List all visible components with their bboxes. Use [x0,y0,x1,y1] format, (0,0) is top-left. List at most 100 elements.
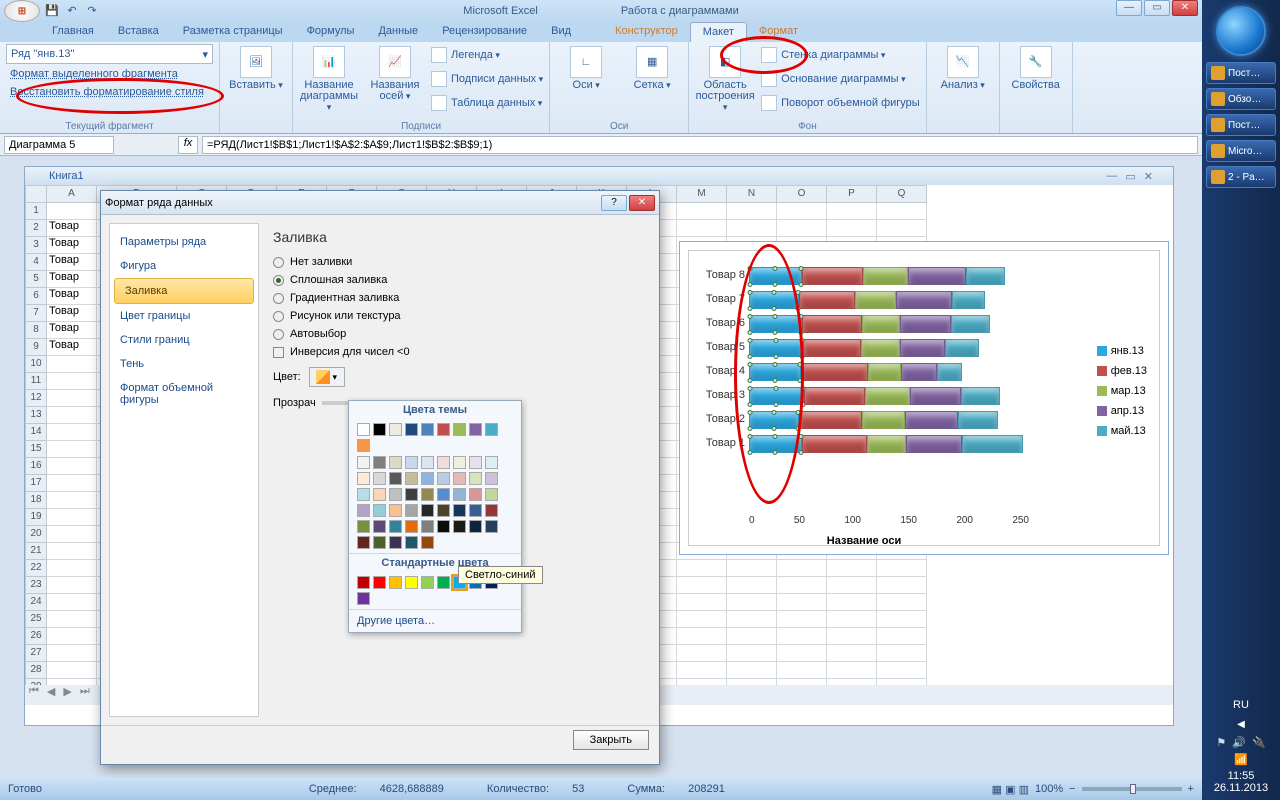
color-swatch[interactable] [437,472,450,485]
wb-maximize[interactable]: ▭ [1125,170,1135,183]
bar-segment[interactable] [799,291,855,309]
chart-plot-area[interactable]: Товар 8Товар 7Товар 6Товар 5Товар 4Товар… [749,261,1029,511]
formula-input[interactable]: =РЯД(Лист1!$B$1;Лист1!$A$2:$A$9;Лист1!$B… [202,136,1198,154]
axis-titles-btn[interactable]: 📈Названия осей [365,44,425,120]
tab-data[interactable]: Данные [366,22,430,42]
insert-btn[interactable]: 🖼Вставить [226,44,286,120]
taskbar-item[interactable]: 2 - Pa… [1206,166,1276,188]
color-swatch[interactable] [357,423,370,436]
bar-row[interactable] [749,315,990,333]
color-swatch[interactable] [421,488,434,501]
color-swatch[interactable] [373,456,386,469]
row-header[interactable]: 16 [25,458,47,475]
zoom-slider[interactable] [1082,787,1182,791]
color-swatch[interactable] [405,576,418,589]
tray-flag-icon[interactable]: ⚑ [1216,736,1226,749]
bar-segment[interactable] [908,267,966,285]
dialog-nav-item[interactable]: Заливка [114,278,254,304]
bar-segment[interactable] [867,435,906,453]
color-swatch[interactable] [373,488,386,501]
bar-segment[interactable] [862,315,900,333]
row-header[interactable]: 17 [25,475,47,492]
row-header[interactable]: 13 [25,407,47,424]
qat-save[interactable]: 💾 [44,3,60,19]
color-swatch[interactable] [437,520,450,533]
color-swatch[interactable] [405,536,418,549]
color-swatch[interactable] [469,423,482,436]
bar-row[interactable] [749,411,998,429]
color-swatch[interactable] [453,472,466,485]
row-header[interactable]: 26 [25,628,47,645]
taskbar-item[interactable]: Micro… [1206,140,1276,162]
row-header[interactable]: 4 [25,254,47,271]
color-swatch[interactable] [357,456,370,469]
legend-item[interactable]: мар.13 [1097,381,1147,401]
color-swatch[interactable] [405,472,418,485]
color-swatch[interactable] [357,520,370,533]
tab-format[interactable]: Формат [747,22,810,42]
dialog-close-btn[interactable]: Закрыть [573,730,649,750]
row-header[interactable]: 6 [25,288,47,305]
color-swatch[interactable] [405,423,418,436]
color-swatch[interactable] [421,520,434,533]
color-swatch[interactable] [469,504,482,517]
chart-object[interactable]: Товар 8Товар 7Товар 6Товар 5Товар 4Товар… [679,241,1169,555]
color-swatch[interactable] [469,472,482,485]
row-header[interactable]: 12 [25,390,47,407]
color-swatch[interactable] [373,576,386,589]
row-header[interactable]: 19 [25,509,47,526]
chart-legend[interactable]: янв.13фев.13мар.13апр.13май.13 [1097,341,1147,441]
tab-design[interactable]: Конструктор [603,22,690,42]
bar-segment[interactable] [945,339,979,357]
bar-segment[interactable] [749,291,799,309]
dialog-nav-item[interactable]: Формат объемной фигуры [110,376,258,412]
bar-segment[interactable] [803,339,861,357]
color-swatch[interactable] [469,456,482,469]
invert-checkbox[interactable]: Инверсия для чисел <0 [273,343,637,361]
bar-segment[interactable] [910,387,960,405]
row-header[interactable]: 14 [25,424,47,441]
row-header[interactable]: 20 [25,526,47,543]
wb-minimize[interactable]: — [1106,170,1117,183]
bar-segment[interactable] [962,435,1024,453]
col-header[interactable]: M [677,185,727,203]
view-buttons[interactable]: ▦ ▣ ▥ [992,783,1029,796]
color-swatch[interactable] [357,488,370,501]
fill-option[interactable]: Автовыбор [273,325,637,343]
bar-segment[interactable] [802,435,867,453]
color-swatch[interactable] [373,423,386,436]
color-swatch[interactable] [469,488,482,501]
bar-segment[interactable] [749,387,804,405]
legend-item[interactable]: май.13 [1097,421,1147,441]
row-header[interactable]: 21 [25,543,47,560]
zoom-out[interactable]: − [1069,783,1075,795]
bar-row[interactable] [749,267,1005,285]
window-close[interactable]: ✕ [1172,0,1198,16]
color-swatch[interactable] [421,504,434,517]
chart-wall-btn[interactable]: Стенка диаграммы [761,44,920,66]
tab-insert[interactable]: Вставка [106,22,171,42]
legend-item[interactable]: фев.13 [1097,361,1147,381]
bar-segment[interactable] [802,267,864,285]
taskbar-item[interactable]: Пост… [1206,62,1276,84]
bar-segment[interactable] [900,315,950,333]
dialog-nav-item[interactable]: Цвет границы [110,304,258,328]
fill-option[interactable]: Сплошная заливка [273,271,637,289]
bar-segment[interactable] [906,435,962,453]
tab-home[interactable]: Главная [40,22,106,42]
col-header[interactable]: O [777,185,827,203]
row-header[interactable]: 5 [25,271,47,288]
qat-redo[interactable]: ↷ [84,3,100,19]
col-header[interactable]: A [47,185,97,203]
color-swatch[interactable] [485,472,498,485]
bar-segment[interactable] [861,339,900,357]
bar-row[interactable] [749,387,1000,405]
bar-segment[interactable] [961,387,1000,405]
color-swatch[interactable] [389,456,402,469]
bar-segment[interactable] [749,411,799,429]
color-swatch[interactable] [373,536,386,549]
bar-row[interactable] [749,339,979,357]
legend-btn[interactable]: Легенда [431,44,543,66]
color-swatch[interactable] [421,576,434,589]
clock-time[interactable]: 11:55 [1202,770,1280,782]
